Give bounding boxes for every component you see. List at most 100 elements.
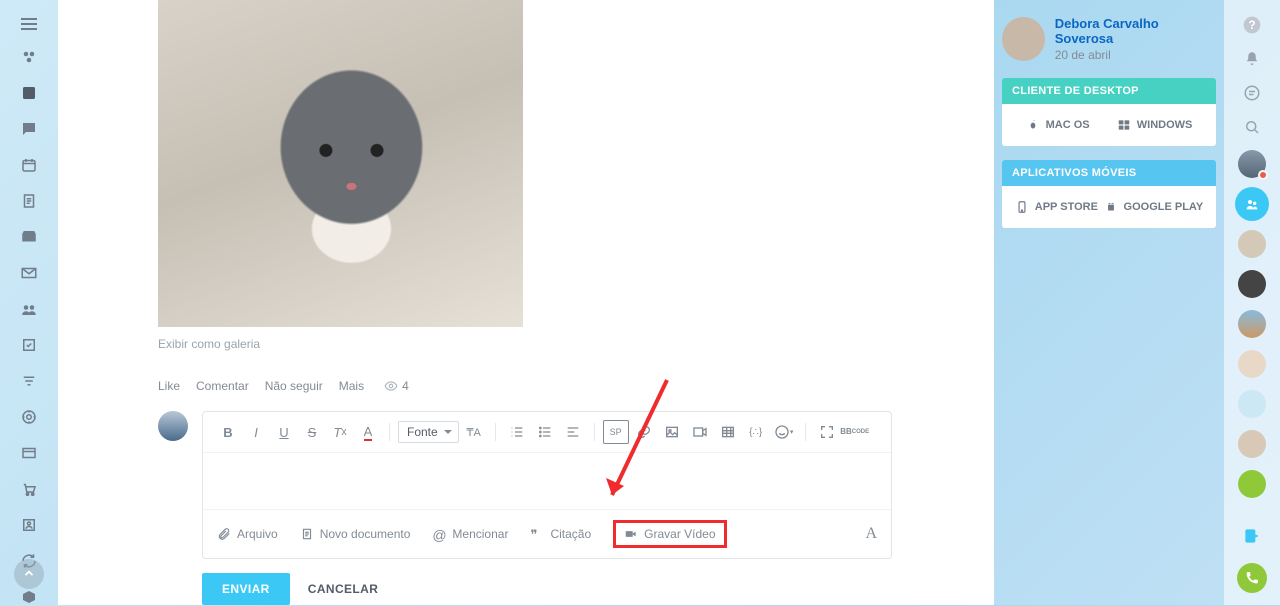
gallery-link[interactable]: Exibir como galeria <box>158 337 964 351</box>
nav-calendar-icon[interactable] <box>19 156 39 174</box>
nav-filter-icon[interactable] <box>19 372 39 390</box>
post-image[interactable] <box>158 0 523 327</box>
font-select[interactable]: Fonte <box>398 421 459 443</box>
nav-doc-icon[interactable] <box>19 192 39 210</box>
comment-link[interactable]: Comentar <box>196 379 249 393</box>
font-size-button[interactable]: ₸A <box>461 420 487 444</box>
contact-avatar-3[interactable] <box>1238 230 1266 258</box>
help-icon[interactable]: ? <box>1241 14 1263 36</box>
like-link[interactable]: Like <box>158 379 180 393</box>
italic-button[interactable]: I <box>243 420 269 444</box>
more-link[interactable]: Mais <box>339 379 364 393</box>
svg-text:?: ? <box>1248 19 1255 32</box>
main-content: Exibir como galeria Like Comentar Não se… <box>58 0 994 605</box>
align-button[interactable] <box>560 420 586 444</box>
send-button[interactable]: ENVIAR <box>202 573 290 605</box>
ordered-list-button[interactable] <box>504 420 530 444</box>
table-button[interactable] <box>715 420 741 444</box>
nav-tasks-icon[interactable] <box>19 336 39 354</box>
bold-button[interactable]: B <box>215 420 241 444</box>
attach-file-button[interactable]: Arquivo <box>217 527 278 541</box>
video-button[interactable] <box>687 420 713 444</box>
strike-button[interactable]: S <box>299 420 325 444</box>
comment-editor: B I U S Tx A Fonte ₸A SP {∴} ▾ <box>202 411 892 559</box>
post-actions: Like Comentar Não seguir Mais 4 <box>158 379 964 393</box>
cancel-button[interactable]: CANCELAR <box>308 582 379 596</box>
nav-box-icon[interactable] <box>19 588 39 606</box>
contact-avatar-8[interactable] <box>1238 430 1266 458</box>
nav-cart-icon[interactable] <box>19 480 39 498</box>
clear-format-button[interactable]: Tx <box>327 420 353 444</box>
toggle-toolbar-button[interactable]: A <box>865 525 877 543</box>
desktop-panel-header: CLIENTE DE DESKTOP <box>1002 78 1216 104</box>
nav-chat-icon[interactable] <box>19 120 39 138</box>
nav-window-icon[interactable] <box>19 444 39 462</box>
editor-textarea[interactable] <box>203 453 891 509</box>
android-icon <box>1104 200 1118 214</box>
unfollow-link[interactable]: Não seguir <box>265 379 323 393</box>
contact-avatar-5[interactable] <box>1238 310 1266 338</box>
submit-row: ENVIAR CANCELAR <box>202 573 964 605</box>
nav-contacts-icon[interactable] <box>19 516 39 534</box>
download-windows-button[interactable]: WINDOWS <box>1117 118 1193 132</box>
contact-avatar-4[interactable] <box>1238 270 1266 298</box>
contact-avatar-6[interactable] <box>1238 350 1266 378</box>
rail-tab-icon[interactable] <box>1237 521 1267 551</box>
editor-toolbar: B I U S Tx A Fonte ₸A SP {∴} ▾ <box>203 412 891 453</box>
emoji-button[interactable]: ▾ <box>771 420 797 444</box>
appstore-label: APP STORE <box>1035 201 1098 213</box>
nav-drive-icon[interactable] <box>19 228 39 246</box>
download-appstore-button[interactable]: APP STORE <box>1015 200 1098 214</box>
views-value: 4 <box>402 379 409 393</box>
contact-avatar-2[interactable] <box>1238 190 1266 218</box>
new-doc-label: Novo documento <box>320 527 411 541</box>
bbcode-button[interactable]: BBCODE <box>842 420 868 444</box>
underline-button[interactable]: U <box>271 420 297 444</box>
windows-label: WINDOWS <box>1137 119 1193 131</box>
right-rail: ? <box>1224 0 1280 605</box>
user-avatar[interactable] <box>1002 17 1045 61</box>
unordered-list-button[interactable] <box>532 420 558 444</box>
nav-crm-icon[interactable] <box>19 408 39 426</box>
fullscreen-button[interactable] <box>814 420 840 444</box>
new-doc-button[interactable]: Novo documento <box>300 527 411 541</box>
desktop-panel-body: MAC OS WINDOWS <box>1002 104 1216 146</box>
scroll-up-button[interactable] <box>14 559 44 589</box>
contact-avatar-9[interactable] <box>1238 470 1266 498</box>
nav-logo-icon[interactable] <box>19 48 39 66</box>
text-color-button[interactable]: A <box>355 420 381 444</box>
mobile-panel-header: APLICATIVOS MÓVEIS <box>1002 160 1216 186</box>
download-googleplay-button[interactable]: GOOGLE PLAY <box>1104 200 1204 214</box>
windows-icon <box>1117 118 1131 132</box>
code-button[interactable]: {∴} <box>743 420 769 444</box>
contact-avatar-1[interactable] <box>1238 150 1266 178</box>
comment-avatar <box>158 411 188 441</box>
user-name[interactable]: Debora Carvalho Soverosa <box>1055 16 1216 46</box>
mention-label: Mencionar <box>452 527 508 541</box>
quote-button[interactable]: ❞ Citação <box>530 527 591 541</box>
nav-workgroups-icon[interactable] <box>19 300 39 318</box>
link-button[interactable] <box>631 420 657 444</box>
menu-icon[interactable] <box>19 18 39 30</box>
nav-stream-icon[interactable] <box>19 84 39 102</box>
googleplay-label: GOOGLE PLAY <box>1124 201 1204 213</box>
notes-icon[interactable] <box>1241 82 1263 104</box>
bell-icon[interactable] <box>1241 48 1263 70</box>
document-icon <box>300 527 314 541</box>
mobile-panel-body: APP STORE GOOGLE PLAY <box>1002 186 1216 228</box>
mention-button[interactable]: @ Mencionar <box>432 527 508 541</box>
apple-icon <box>1026 118 1040 132</box>
download-mac-button[interactable]: MAC OS <box>1026 118 1090 132</box>
call-button[interactable] <box>1237 563 1267 593</box>
left-sidebar <box>0 0 58 605</box>
contact-avatar-7[interactable] <box>1238 390 1266 418</box>
spoiler-button[interactable]: SP <box>603 420 629 444</box>
search-icon[interactable] <box>1241 116 1263 138</box>
image-button[interactable] <box>659 420 685 444</box>
phone-icon <box>1015 200 1029 214</box>
record-video-label: Gravar Vídeo <box>644 527 715 541</box>
record-video-button[interactable]: Gravar Vídeo <box>613 520 726 548</box>
nav-mail-icon[interactable] <box>19 264 39 282</box>
views-count: 4 <box>384 379 409 393</box>
right-column: Debora Carvalho Soverosa 20 de abril CLI… <box>994 0 1224 258</box>
